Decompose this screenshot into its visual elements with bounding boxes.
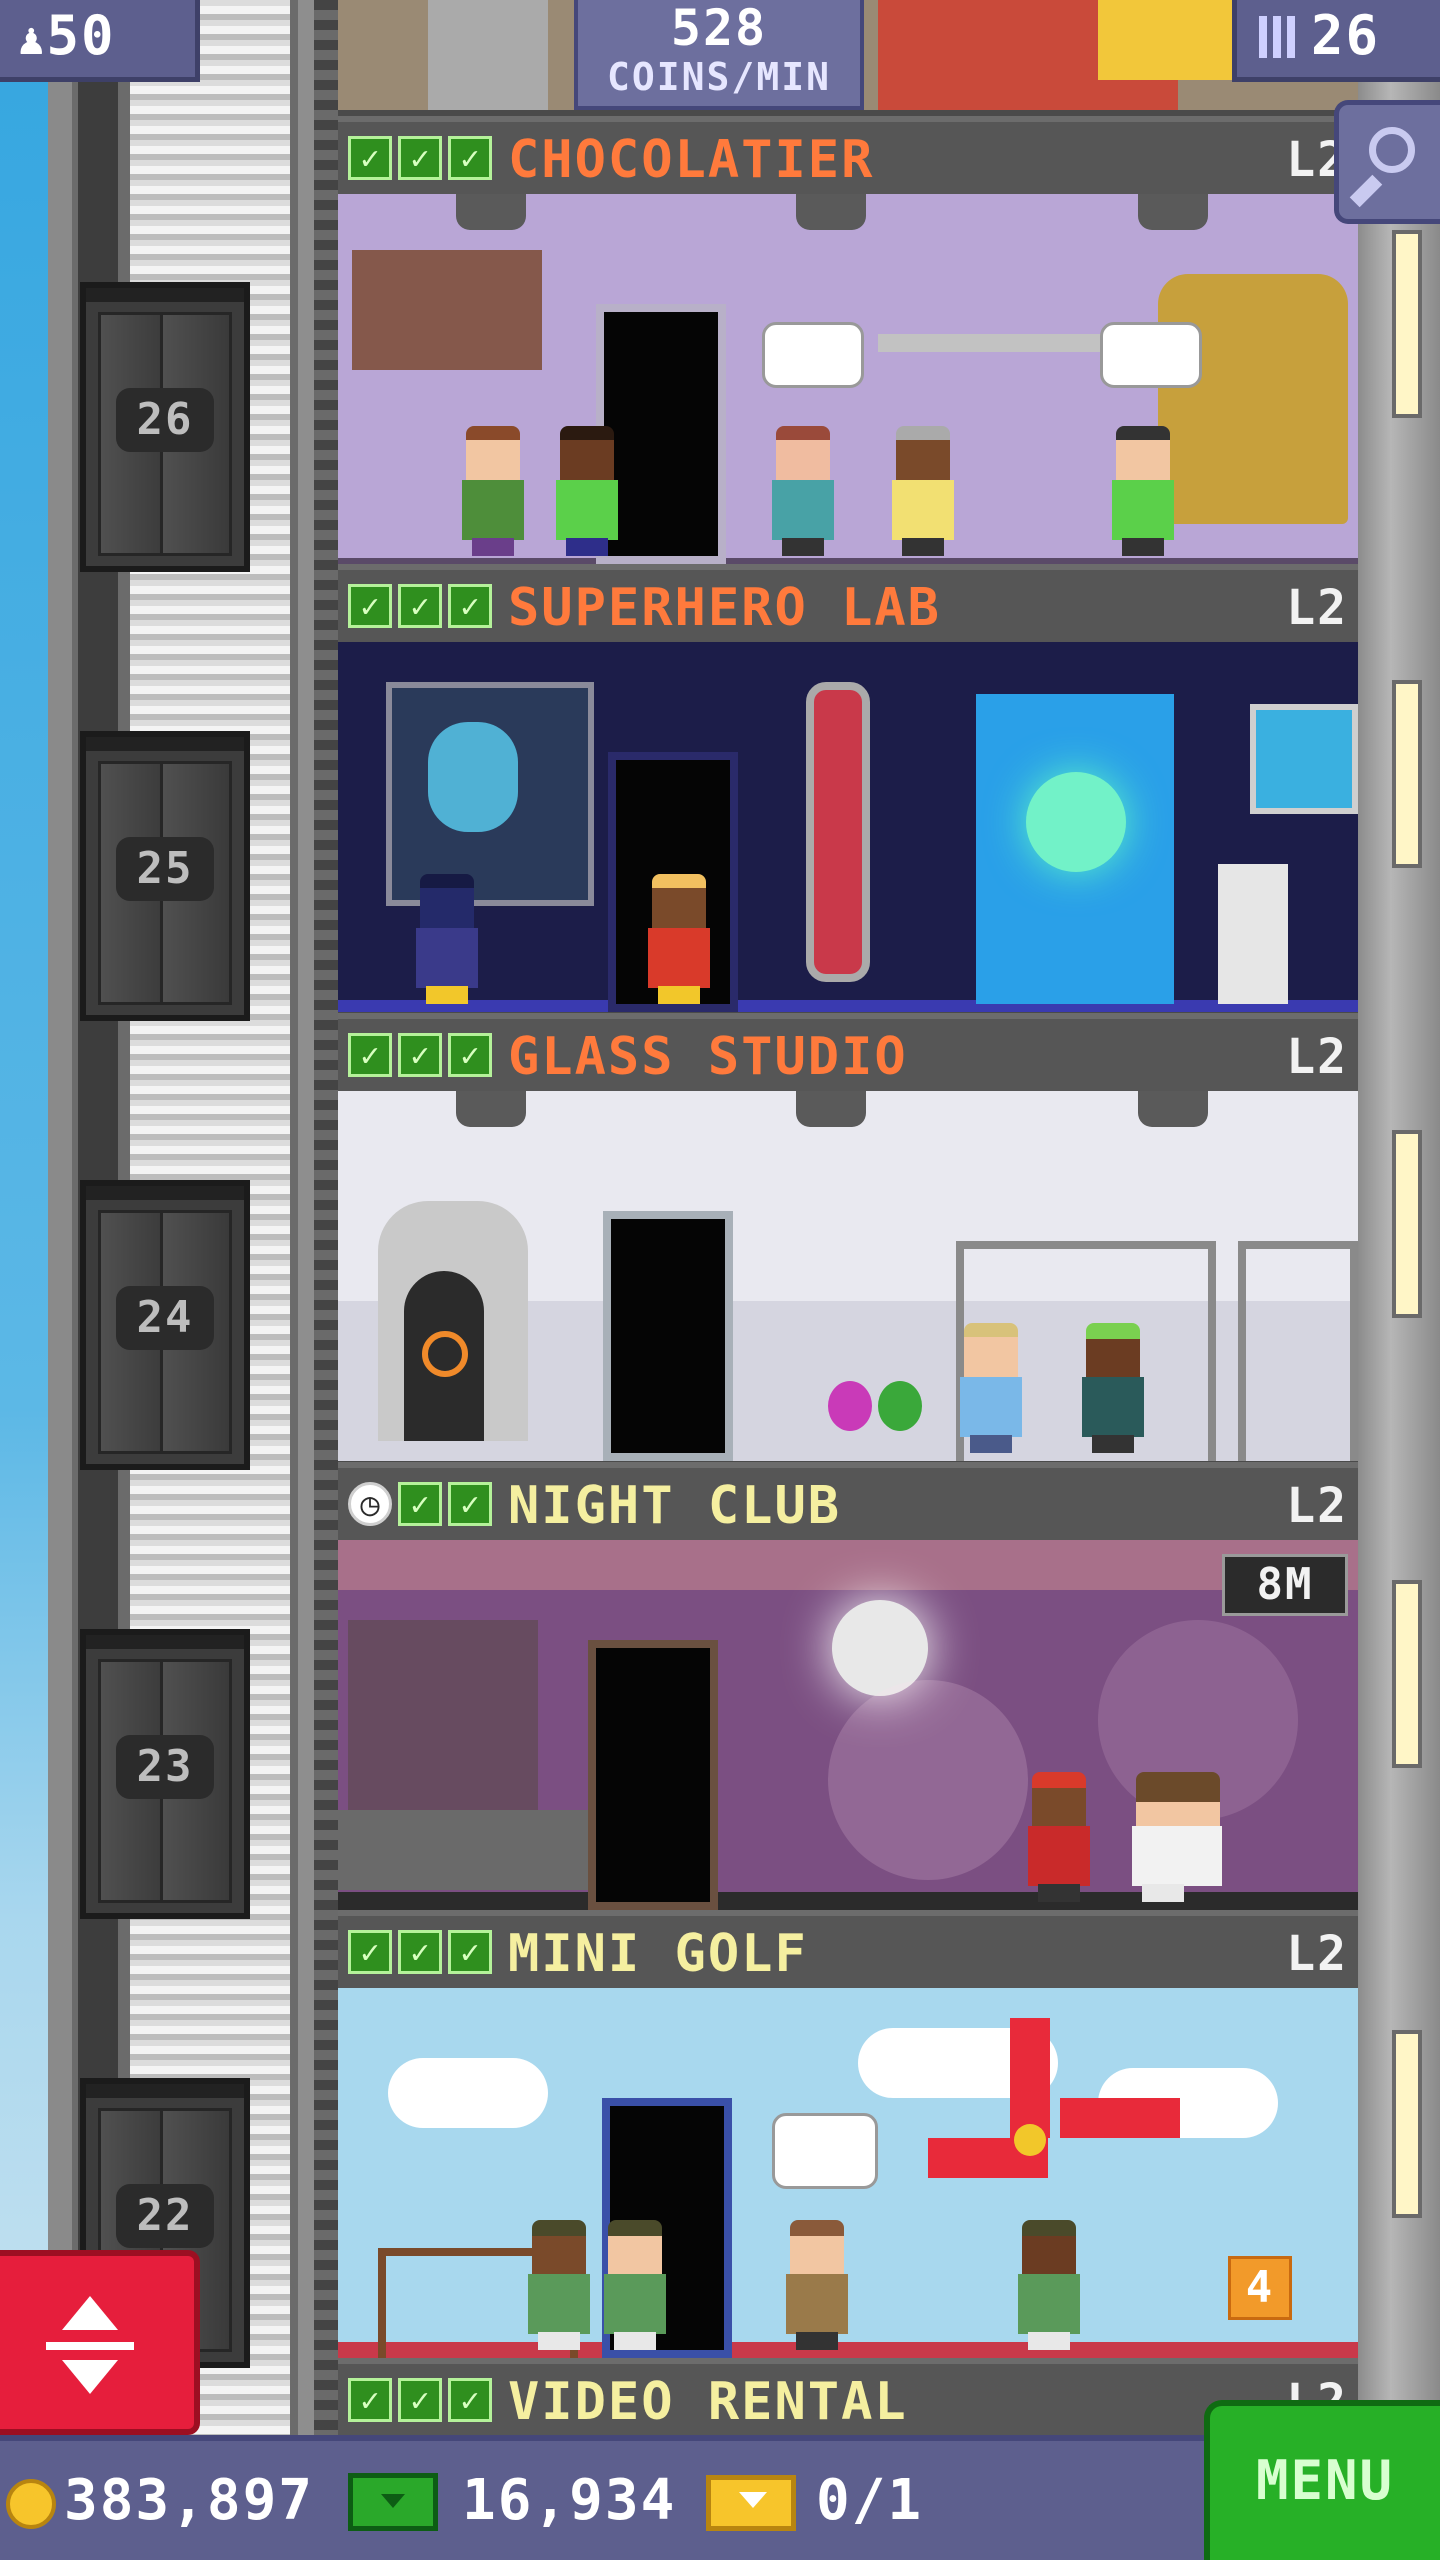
- tower-bux-icon: [348, 2473, 438, 2531]
- population-value: 50: [46, 4, 116, 67]
- floor-header-mini-golf[interactable]: ✓ ✓ ✓ MINI GOLF L2: [338, 1910, 1358, 1988]
- bitizen[interactable]: [768, 426, 838, 556]
- tower-window: [1392, 1580, 1422, 1768]
- magnifier-icon: [1369, 127, 1415, 173]
- tower-window: [1392, 680, 1422, 868]
- check-icon: ✓: [448, 136, 492, 180]
- room-superhero-lab[interactable]: [338, 642, 1358, 1012]
- coins-per-minute-value: 528: [670, 0, 768, 57]
- bitizen[interactable]: [782, 2220, 852, 2350]
- down-arrow-icon: [62, 2360, 118, 2394]
- tickets-value: 0/1: [816, 2468, 924, 2533]
- check-icon: ✓: [398, 1033, 442, 1077]
- room-doorway: [603, 1211, 733, 1461]
- bitizen[interactable]: [552, 426, 622, 556]
- elevator-floor-24[interactable]: 24: [80, 1180, 250, 1470]
- tower-window: [1392, 2030, 1422, 2218]
- timer-badge: 8M: [1222, 1554, 1348, 1616]
- check-icon: ✓: [398, 1930, 442, 1974]
- floor-number-badge: 22: [116, 2184, 214, 2248]
- floor-header-chocolatier[interactable]: ✓ ✓ ✓ CHOCOLATIER L2: [338, 116, 1358, 194]
- floor-level: L2: [1286, 1029, 1348, 1085]
- coins-value: 383,897: [64, 2468, 315, 2533]
- tower-bux-value: 16,934: [462, 2468, 677, 2533]
- bitizen[interactable]: [1108, 426, 1178, 556]
- floor-header-night-club[interactable]: ◷ ✓ ✓ NIGHT CLUB L2: [338, 1462, 1358, 1540]
- population-counter[interactable]: ♟50: [0, 0, 200, 82]
- room-mini-golf[interactable]: 4: [338, 1988, 1358, 2358]
- bitizen[interactable]: [524, 2220, 594, 2350]
- speech-bubble-icon: [772, 2113, 878, 2189]
- elevator-floor-25[interactable]: 25: [80, 731, 250, 1021]
- floor-name: NIGHT CLUB: [508, 1476, 842, 1536]
- speech-bubble-icon: [762, 322, 864, 388]
- coins-per-minute-unit: COINS/MIN: [607, 55, 831, 99]
- sky-background: [0, 0, 48, 2560]
- floor-name: CHOCOLATIER: [508, 130, 875, 190]
- check-icon: ✓: [448, 1930, 492, 1974]
- person-icon: ♟: [18, 14, 47, 65]
- floor-level: L2: [1286, 580, 1348, 636]
- room-doorway: [588, 1640, 718, 1910]
- floor-name: VIDEO RENTAL: [508, 2372, 908, 2432]
- building-icon: [1259, 16, 1295, 58]
- elevator-floor-26[interactable]: 26: [80, 282, 250, 572]
- up-arrow-icon: [62, 2296, 118, 2330]
- check-icon: ✓: [448, 1033, 492, 1077]
- floor-header-glass-studio[interactable]: ✓ ✓ ✓ GLASS STUDIO L2: [338, 1013, 1358, 1091]
- room-chocolatier[interactable]: [338, 194, 1358, 564]
- check-icon: ✓: [448, 1482, 492, 1526]
- bitizen[interactable]: [412, 874, 482, 1004]
- floor-count[interactable]: 26: [1232, 0, 1440, 82]
- floor-name: GLASS STUDIO: [508, 1027, 908, 1087]
- floor-number-badge: 23: [116, 1735, 214, 1799]
- bitizen[interactable]: [1078, 1323, 1148, 1453]
- coins-per-minute-panel: 528 COINS/MIN: [574, 0, 864, 110]
- coin-icon: [6, 2479, 56, 2529]
- bitizen[interactable]: [888, 426, 958, 556]
- floor-name: MINI GOLF: [508, 1924, 808, 1984]
- floor-level: L2: [1286, 1478, 1348, 1534]
- floor-number-badge: 26: [116, 388, 214, 452]
- check-icon: ✓: [348, 1930, 392, 1974]
- bitizen[interactable]: [600, 2220, 670, 2350]
- bitizen[interactable]: [644, 874, 714, 1004]
- bitizen[interactable]: [1024, 1772, 1094, 1902]
- room-glass-studio[interactable]: [338, 1091, 1358, 1461]
- clock-icon: ◷: [348, 1482, 392, 1526]
- check-icon: ✓: [398, 584, 442, 628]
- floor-number-badge: 24: [116, 1286, 214, 1350]
- tower-window: [1392, 230, 1422, 418]
- check-icon: ✓: [348, 2378, 392, 2422]
- check-icon: ✓: [448, 584, 492, 628]
- elevator-control-button[interactable]: [0, 2250, 200, 2435]
- bitizen[interactable]: [1128, 1772, 1228, 1902]
- search-button[interactable]: [1334, 100, 1440, 224]
- room-night-club[interactable]: 8M: [338, 1540, 1358, 1910]
- check-icon: ✓: [448, 2378, 492, 2422]
- bitizen[interactable]: [1014, 2220, 1084, 2350]
- menu-button[interactable]: MENU: [1204, 2400, 1440, 2560]
- hole-number-sign: 4: [1228, 2256, 1292, 2320]
- floor-header-superhero-lab[interactable]: ✓ ✓ ✓ SUPERHERO LAB L2: [338, 564, 1358, 642]
- check-icon: ✓: [398, 136, 442, 180]
- check-icon: ✓: [348, 136, 392, 180]
- floor-level: L2: [1286, 1926, 1348, 1982]
- floor-name: SUPERHERO LAB: [508, 578, 941, 638]
- floor-number-badge: 25: [116, 837, 214, 901]
- tower-window: [1392, 1130, 1422, 1318]
- golden-ticket-icon: [706, 2475, 796, 2531]
- bitizen[interactable]: [956, 1323, 1026, 1453]
- bitizen[interactable]: [458, 426, 528, 556]
- check-icon: ✓: [348, 1033, 392, 1077]
- check-icon: ✓: [348, 584, 392, 628]
- floor-count-value: 26: [1311, 4, 1381, 67]
- elevator-floor-23[interactable]: 23: [80, 1629, 250, 1919]
- speech-bubble-icon: [1100, 322, 1202, 388]
- check-icon: ✓: [398, 2378, 442, 2422]
- check-icon: ✓: [398, 1482, 442, 1526]
